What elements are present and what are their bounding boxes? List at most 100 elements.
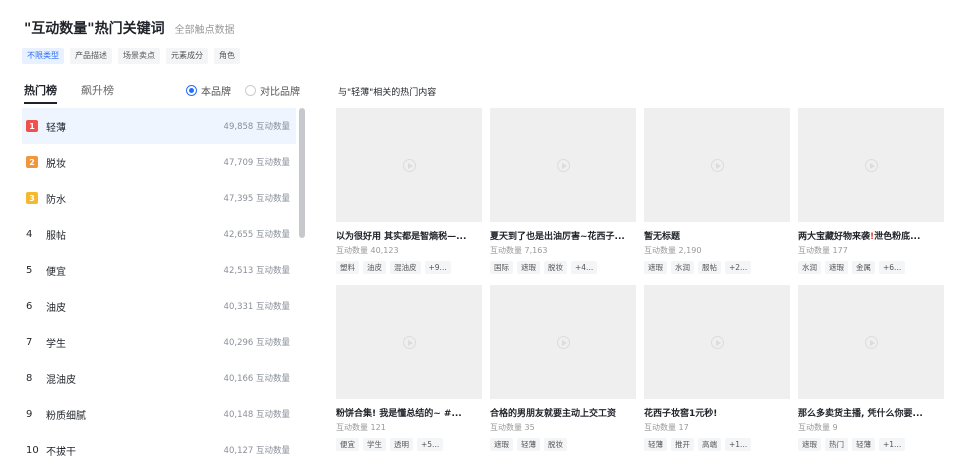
content-card[interactable]: 粉饼合集! 我是懂总结的~ #... 互动数量 121 便宜 学生 透明 +5... — [336, 285, 482, 451]
keyword-row[interactable]: 10 不拔干 40,127 互动数量 — [22, 432, 296, 468]
keyword-row[interactable]: 3 防水 47,395 互动数量 — [22, 180, 296, 216]
video-thumbnail[interactable] — [336, 285, 482, 399]
keyword-row[interactable]: 9 粉质细腻 40,148 互动数量 — [22, 396, 296, 432]
related-content-title: 与"轻薄"相关的热门内容 — [338, 88, 437, 98]
play-icon — [402, 335, 416, 349]
video-thumbnail[interactable] — [644, 108, 790, 222]
filter-role[interactable]: 角色 — [214, 48, 240, 64]
video-thumbnail[interactable] — [490, 108, 636, 222]
radio-compare-brand[interactable]: 对比品牌 — [245, 83, 300, 98]
keyword-row[interactable]: 1 轻薄 49,858 互动数量 — [22, 108, 296, 144]
radio-own-brand[interactable]: 本品牌 — [186, 83, 231, 98]
content-title-text: 夏天到了也是出油厉害~花西子... — [490, 232, 625, 242]
filter-scene-selling-point[interactable]: 场景卖点 — [118, 48, 160, 64]
content-tags: 轻薄 推开 高端 +1... — [644, 438, 790, 451]
content-tag[interactable]: 高端 — [698, 438, 721, 451]
content-tag[interactable]: 水润 — [671, 261, 694, 274]
keyword-row[interactable]: 7 学生 40,296 互动数量 — [22, 324, 296, 360]
content-interaction-count: 互动数量 121 — [336, 423, 386, 432]
content-tags: 遮瑕 轻薄 脱妆 — [490, 438, 636, 451]
keyword-text: 便宜 — [46, 266, 66, 278]
content-card[interactable]: 暂无标题互动数量 2,190 遮瑕 水润 服帖 +2... — [644, 108, 790, 274]
list-scrollbar[interactable] — [299, 108, 305, 238]
keyword-row[interactable]: 6 油皮 40,331 互动数量 — [22, 288, 296, 324]
content-tag[interactable]: 遮瑕 — [644, 261, 667, 274]
keyword-rank-group: 3 防水 — [26, 191, 66, 206]
keyword-row[interactable]: 5 便宜 42,513 互动数量 — [22, 252, 296, 288]
content-card[interactable]: 合格的男朋友就要主动上交工资 互动数量 35 遮瑕 轻薄 脱妆 — [490, 285, 636, 451]
filter-product-description[interactable]: 产品描述 — [70, 48, 112, 64]
content-tag[interactable]: 服帖 — [698, 261, 721, 274]
filter-all-types[interactable]: 不限类型 — [22, 48, 64, 64]
keyword-text: 学生 — [46, 338, 66, 350]
play-icon — [556, 158, 570, 172]
content-tag[interactable]: 轻薄 — [644, 438, 667, 451]
content-tag[interactable]: +2... — [725, 261, 752, 274]
content-title: 两大宝藏好物来袭!泄色粉底... — [798, 229, 944, 242]
content-card[interactable]: 两大宝藏好物来袭!泄色粉底... 互动数量 177 水润 遮瑕 金属 +6... — [798, 108, 944, 274]
video-thumbnail[interactable] — [490, 285, 636, 399]
content-tag[interactable]: 脱妆 — [544, 438, 567, 451]
content-title: 合格的男朋友就要主动上交工资 — [490, 406, 636, 419]
content-tag[interactable]: +4... — [571, 261, 598, 274]
content-interaction-count: 互动数量 177 — [798, 246, 848, 255]
content-tag[interactable]: +5... — [417, 438, 444, 451]
content-tag[interactable]: 轻薄 — [852, 438, 875, 451]
content-tag[interactable]: 透明 — [390, 438, 413, 451]
rank-number: 5 — [26, 264, 33, 276]
content-tag[interactable]: +9... — [424, 261, 451, 274]
keyword-list: 1 轻薄 49,858 互动数量 2 脱妆 47,709 互动数量 3 防水 47,395 互动… — [22, 108, 296, 470]
content-tag[interactable]: 热门 — [825, 438, 848, 451]
content-tag[interactable]: 推开 — [671, 438, 694, 451]
tab-hot-list[interactable]: 热门榜 — [24, 82, 57, 104]
content-card[interactable]: 以为很好用 其实都是智熵税—... 互动数量 40,123 塑料 油皮 混油皮 +9... — [336, 108, 482, 274]
content-tag[interactable]: 国际 — [490, 261, 513, 274]
rank-number: 9 — [26, 408, 33, 420]
content-tag[interactable]: 遮瑕 — [517, 261, 540, 274]
radio-selected-icon — [186, 85, 197, 96]
content-card[interactable]: 夏天到了也是出油厉害~花西子... 互动数量 7,163 国际 遮瑕 脱妆 +4... — [490, 108, 636, 274]
keyword-rank-group: 4 服帖 — [26, 227, 66, 242]
keyword-count: 40,166 互动数量 — [223, 374, 290, 384]
video-thumbnail[interactable] — [798, 285, 944, 399]
content-tag[interactable]: 金属 — [852, 261, 875, 274]
content-tag[interactable]: 油皮 — [363, 261, 386, 274]
content-tag[interactable]: 混油皮 — [390, 261, 421, 274]
content-tag[interactable]: 便宜 — [336, 438, 359, 451]
keyword-row[interactable]: 4 服帖 42,655 互动数量 — [22, 216, 296, 252]
content-tag[interactable]: 学生 — [363, 438, 386, 451]
play-icon — [402, 158, 416, 172]
keyword-text: 轻薄 — [46, 122, 66, 134]
content-title: 粉饼合集! 我是懂总结的~ #... — [336, 406, 482, 419]
content-title-text: 以为很好用 其实都是智熵税—... — [336, 232, 467, 242]
video-thumbnail[interactable] — [336, 108, 482, 222]
keyword-panel: "互动数量"热门关键词 全部触点数据 不限类型 产品描述 场景卖点 元素成分 角… — [0, 0, 960, 470]
content-tag[interactable]: 塑料 — [336, 261, 359, 274]
ranking-tabs: 热门榜 飙升榜 — [24, 82, 114, 104]
content-tag[interactable]: 遮瑕 — [798, 438, 821, 451]
content-tag[interactable]: +6... — [879, 261, 906, 274]
video-thumbnail[interactable] — [798, 108, 944, 222]
filter-ingredients[interactable]: 元素成分 — [166, 48, 208, 64]
content-tag[interactable]: 遮瑕 — [825, 261, 848, 274]
content-tag[interactable]: 遮瑕 — [490, 438, 513, 451]
content-tag[interactable]: +1... — [879, 438, 906, 451]
content-interaction-count: 互动数量 2,190 — [644, 246, 702, 255]
content-card[interactable]: 那么多卖货主播, 凭什么你要... 互动数量 9 遮瑕 热门 轻薄 +1... — [798, 285, 944, 451]
content-tag[interactable]: 脱妆 — [544, 261, 567, 274]
header: "互动数量"热门关键词 全部触点数据 — [24, 18, 235, 38]
content-tag[interactable]: +1... — [725, 438, 752, 451]
content-card[interactable]: 花西子妆窖1元秒! 互动数量 17 轻薄 推开 高端 +1... — [644, 285, 790, 451]
content-title-text: 合格的男朋友就要主动上交工资 — [490, 409, 617, 419]
tab-rising-list[interactable]: 飙升榜 — [81, 82, 114, 104]
keyword-rank-group: 1 轻薄 — [26, 119, 66, 134]
keyword-row[interactable]: 8 混油皮 40,166 互动数量 — [22, 360, 296, 396]
content-title: 以为很好用 其实都是智熵税—... — [336, 229, 482, 242]
content-tag[interactable]: 轻薄 — [517, 438, 540, 451]
content-tag[interactable]: 水润 — [798, 261, 821, 274]
play-icon — [864, 158, 878, 172]
content-title: 暂无标题 — [644, 229, 790, 242]
keyword-row[interactable]: 2 脱妆 47,709 互动数量 — [22, 144, 296, 180]
content-interaction-count: 互动数量 17 — [644, 423, 689, 432]
video-thumbnail[interactable] — [644, 285, 790, 399]
